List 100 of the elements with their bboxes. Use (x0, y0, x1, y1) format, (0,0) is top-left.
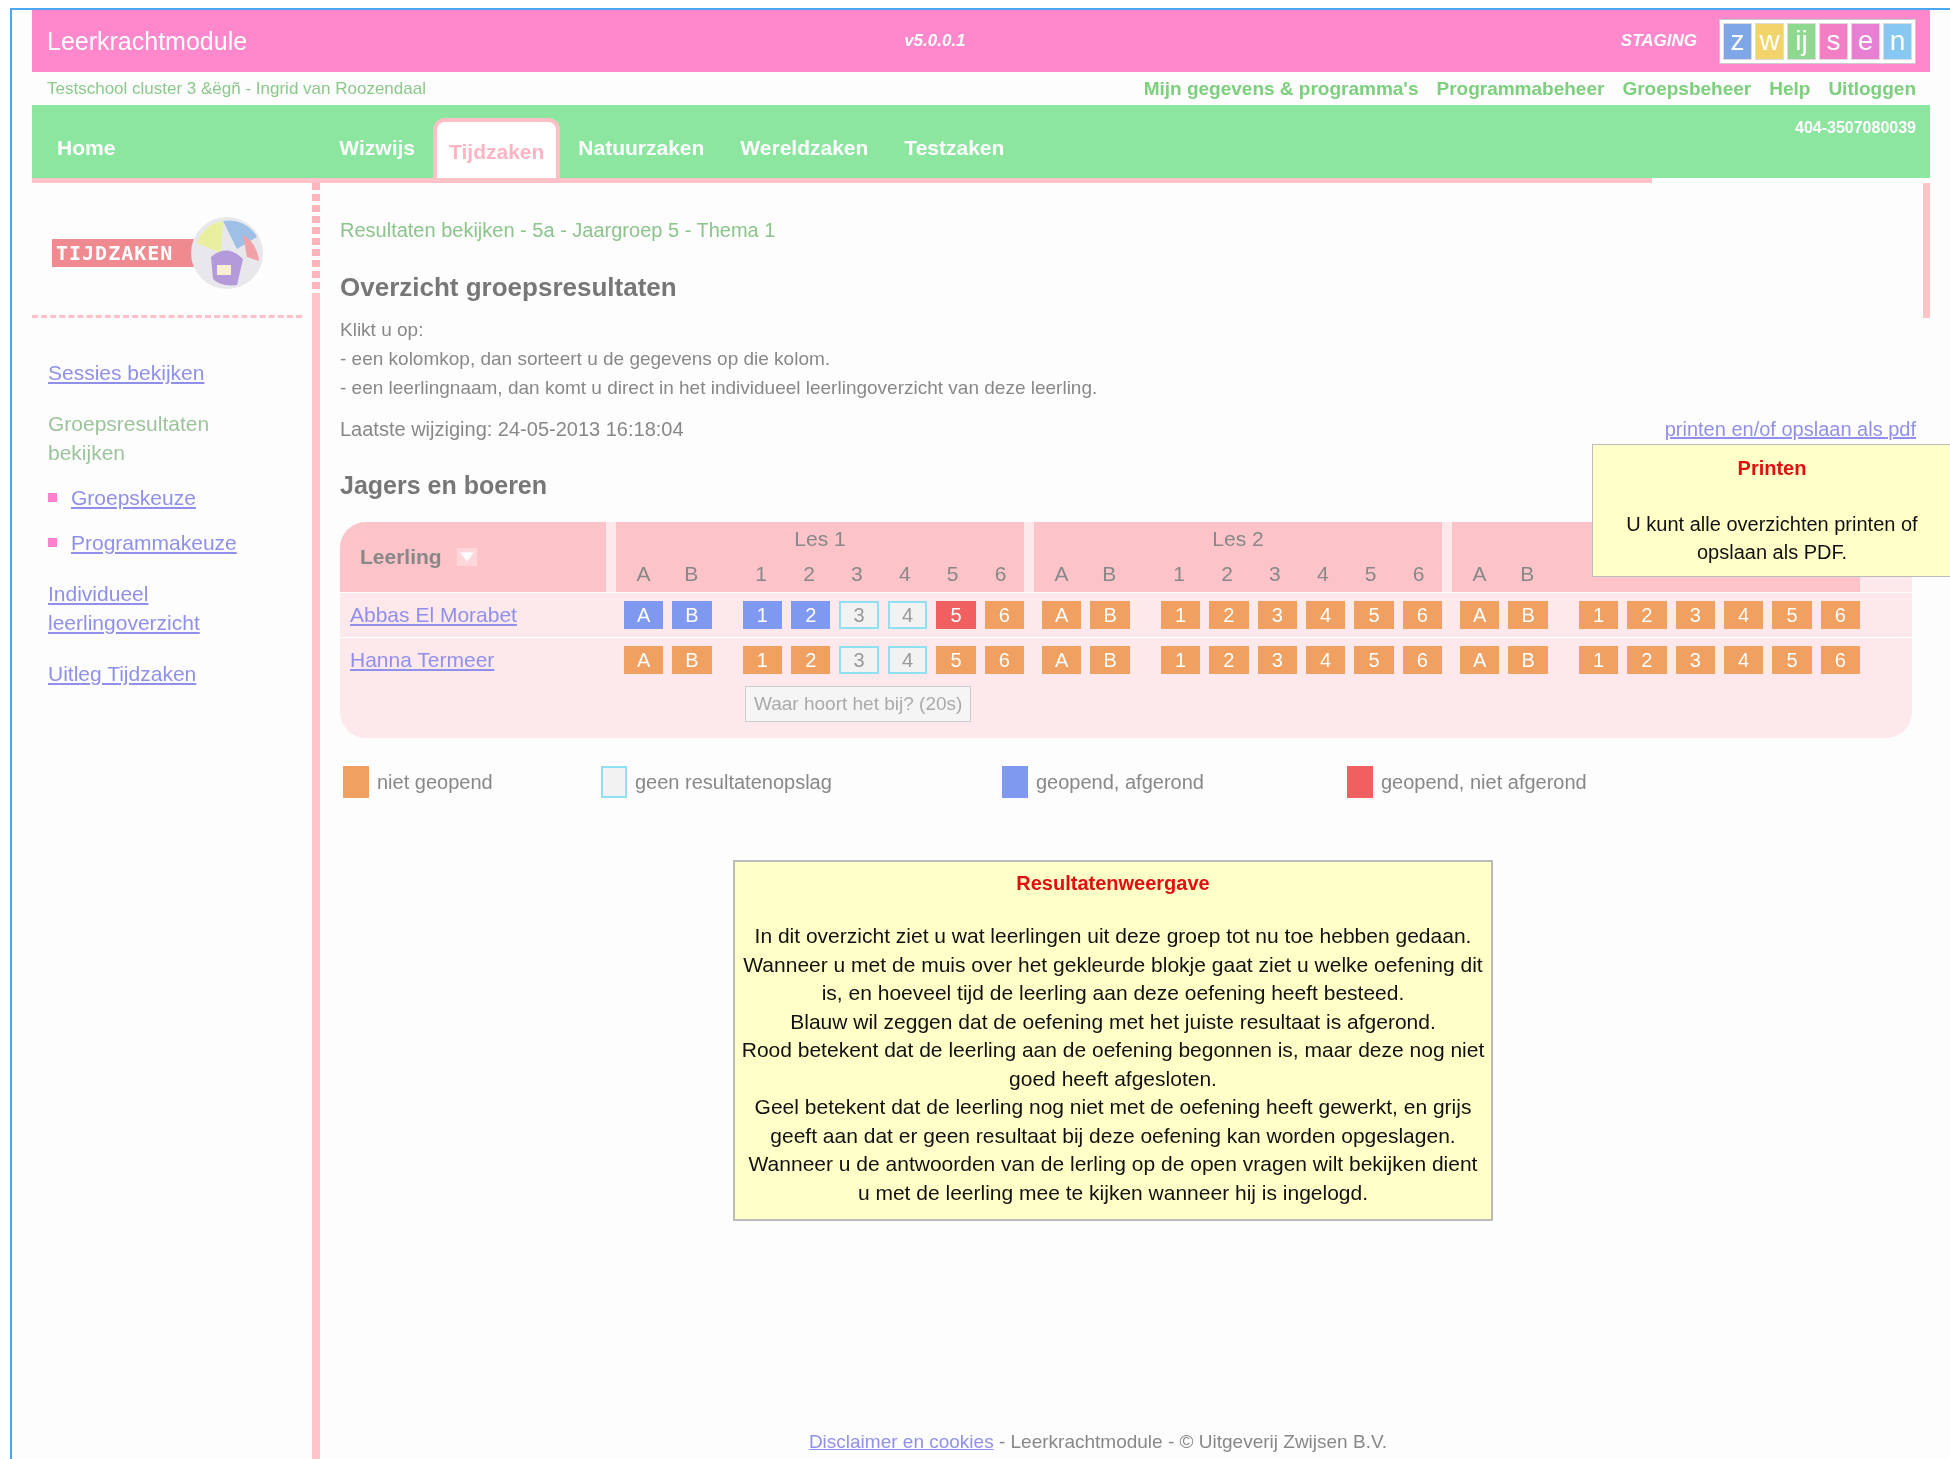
column-header[interactable]: 2 (1221, 562, 1233, 586)
lesson-header[interactable]: Les 1 (794, 527, 846, 551)
column-header[interactable]: Leerling (340, 522, 606, 592)
nav-tab[interactable]: Wizwijs (321, 118, 433, 178)
result-block[interactable]: 3 (1675, 601, 1715, 629)
disclaimer-link[interactable]: Disclaimer en cookies (808, 1431, 994, 1452)
column-header[interactable]: 6 (994, 562, 1007, 586)
result-block[interactable]: 2 (791, 601, 831, 629)
info-paragraph: Blauw wil zeggen dat de oefening met het juiste resultaat is afgerond. (789, 1008, 1437, 1035)
result-block[interactable]: 2 (1627, 601, 1667, 629)
user-menu-link[interactable]: Help (1769, 77, 1811, 100)
result-block[interactable]: 6 (984, 601, 1024, 629)
column-header[interactable]: A (1472, 562, 1487, 586)
result-block[interactable]: 5 (936, 601, 976, 629)
sidebar-link[interactable]: Programmakeuze (71, 528, 237, 557)
result-block[interactable]: 5 (1772, 646, 1812, 674)
student-link[interactable]: Abbas El Morabet (350, 603, 517, 626)
result-block[interactable]: B (1508, 646, 1548, 674)
lesson-header[interactable]: Les 2 (1212, 527, 1264, 551)
result-block[interactable]: 5 (1772, 601, 1812, 629)
sidebar-link[interactable]: Groepskeuze (71, 483, 196, 512)
column-header[interactable]: 5 (1364, 562, 1377, 586)
user-menu-link[interactable]: Uitloggen (1828, 77, 1916, 100)
result-block[interactable]: A (1042, 601, 1082, 629)
result-block[interactable]: 2 (791, 646, 831, 674)
column-header[interactable]: 1 (1173, 562, 1186, 586)
column-header[interactable]: 5 (946, 562, 959, 586)
result-block[interactable]: 3 (1257, 601, 1297, 629)
brand-letter: z (1723, 22, 1752, 60)
result-block[interactable]: 6 (1820, 601, 1860, 629)
result-block[interactable]: 1 (742, 601, 783, 629)
result-block[interactable]: B (1090, 601, 1130, 629)
column-header[interactable]: A (636, 562, 651, 586)
result-block[interactable]: 1 (1578, 646, 1619, 674)
sidebar-link[interactable]: Sessies bekijken (48, 358, 258, 387)
result-block[interactable]: 3 (839, 601, 879, 629)
result-block[interactable]: 5 (1354, 601, 1394, 629)
print-link[interactable]: printen en/of opslaan als pdf (1664, 418, 1916, 441)
result-block[interactable]: 6 (984, 646, 1024, 674)
result-block[interactable]: A (1460, 601, 1500, 629)
result-block[interactable]: 5 (1354, 646, 1394, 674)
result-block[interactable]: B (672, 646, 712, 674)
result-block[interactable]: 1 (1160, 601, 1201, 629)
nav-tab[interactable]: Home (47, 118, 134, 178)
result-block[interactable]: 4 (887, 601, 928, 629)
result-block[interactable]: B (672, 601, 712, 629)
sidebar-link[interactable]: Uitleg Tijdzaken (48, 659, 258, 688)
brand-letter: e (1851, 22, 1880, 60)
nav-tab[interactable]: Testzaken (886, 118, 1023, 178)
result-block[interactable]: 3 (1257, 646, 1297, 674)
legend-label: geopend, afgerond (1036, 770, 1204, 794)
column-header[interactable]: 6 (1412, 562, 1425, 586)
nav-tab[interactable]: Natuurzaken (560, 118, 723, 178)
column-header[interactable]: 4 (898, 562, 911, 586)
result-block[interactable]: 4 (1723, 601, 1764, 629)
result-block[interactable]: 3 (839, 646, 879, 674)
result-block[interactable]: B (1508, 601, 1548, 629)
result-block[interactable]: 6 (1820, 646, 1860, 674)
result-block[interactable]: 4 (887, 646, 928, 674)
brand-letter: n (1883, 22, 1912, 60)
sidebar-item[interactable]: Groepsresultaten bekijken (48, 409, 258, 467)
result-block[interactable]: 6 (1402, 646, 1442, 674)
column-header[interactable]: 2 (803, 562, 815, 586)
column-header[interactable]: B (1102, 562, 1117, 586)
result-block[interactable]: 1 (1578, 601, 1619, 629)
result-block[interactable]: 4 (1305, 646, 1346, 674)
nav-tab[interactable]: Tijdzaken (433, 118, 561, 178)
result-block[interactable]: A (624, 601, 664, 629)
brand-letter: w (1755, 22, 1784, 60)
sidebar-link[interactable]: Individueel leerlingoverzicht (48, 579, 258, 637)
result-block[interactable]: 5 (936, 646, 976, 674)
student-link[interactable]: Hanna Termeer (350, 648, 495, 671)
result-block[interactable]: 1 (1160, 646, 1201, 674)
result-block[interactable]: A (1460, 646, 1500, 674)
result-block[interactable]: 2 (1209, 601, 1249, 629)
nav-tab[interactable]: Wereldzaken (722, 118, 887, 178)
result-block[interactable]: 2 (1627, 646, 1667, 674)
result-block[interactable]: 3 (1675, 646, 1715, 674)
user-menu-link[interactable]: Mijn gegevens & programma's (1143, 77, 1419, 100)
result-block[interactable]: 4 (1723, 646, 1764, 674)
result-block[interactable]: B (1090, 646, 1130, 674)
column-header[interactable]: B (684, 562, 699, 586)
result-block[interactable]: 1 (742, 646, 783, 674)
column-header[interactable]: 3 (851, 562, 863, 586)
column-header[interactable]: 4 (1316, 562, 1329, 586)
user-menu-link[interactable]: Groepsbeheer (1622, 77, 1752, 100)
column-header[interactable]: 1 (755, 562, 768, 586)
result-block[interactable]: A (1042, 646, 1082, 674)
info-paragraph: In dit overzicht ziet u wat leerlingen uit deze groep tot nu toe hebben gedaan. Wanneer u met de muis over het gekleurde blokje gaat ziet u welke oefening dit is, en hoeveel tijd de leerling aan deze oefening heeft besteed. (742, 923, 1484, 1006)
scrollbar-thumb[interactable] (1923, 183, 1930, 318)
column-header[interactable]: 3 (1269, 562, 1281, 586)
result-block[interactable]: A (624, 646, 664, 674)
user-menu-link[interactable]: Programmabeheer (1436, 77, 1605, 100)
result-block[interactable]: 6 (1402, 601, 1442, 629)
column-header[interactable]: B (1520, 562, 1535, 586)
version-label: v5.0.0.1 (904, 31, 966, 51)
result-block[interactable]: 2 (1209, 646, 1249, 674)
result-block[interactable]: 4 (1305, 601, 1346, 629)
column-header[interactable]: A (1054, 562, 1069, 586)
app-title: Leerkrachtmodule (47, 26, 248, 56)
